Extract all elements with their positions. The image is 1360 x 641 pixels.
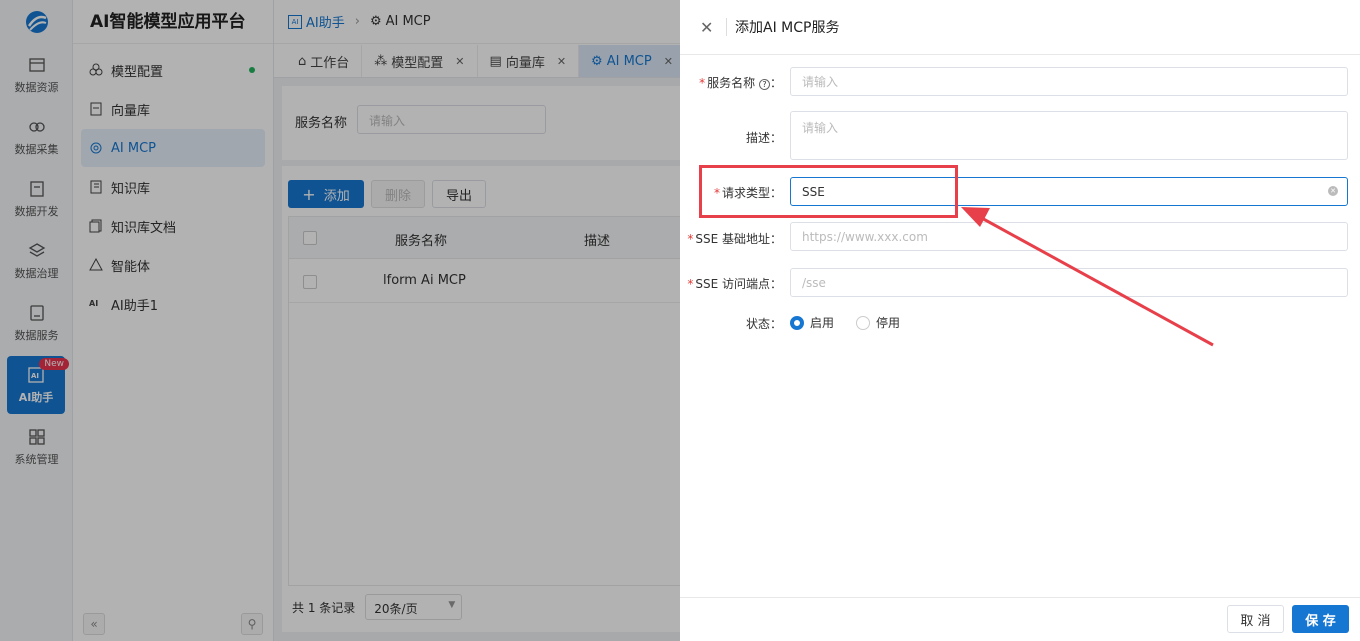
service-name-label: * 服务名称 ?： [699,76,782,90]
placeholder: 请输入 [802,121,839,135]
help-icon[interactable]: ? [758,79,770,90]
drawer-footer: 取 消 保 存 [680,597,1360,641]
drawer-title: 添加AI MCP服务 [735,20,840,36]
save-label: 保 存 [1305,613,1336,629]
save-button[interactable]: 保 存 [1292,605,1349,633]
sse-endpoint-input[interactable]: /sse [790,268,1348,297]
highlight-box [699,165,958,218]
description-textarea[interactable]: 请输入 [790,111,1348,160]
close-icon[interactable]: ✕ [700,18,713,37]
sse-base-input[interactable]: https://www.xxx.com [790,222,1348,251]
cancel-button[interactable]: 取 消 [1227,605,1284,633]
radio-label: 停用 [876,316,901,330]
sse-base-label: * SSE 基础地址： [687,232,782,246]
divider [726,18,727,36]
modal-overlay[interactable] [0,0,680,641]
placeholder: /sse [802,275,826,290]
placeholder: https://www.xxx.com [802,229,928,244]
radio-dot [856,315,871,330]
status-label: 状态： [745,317,782,331]
status-radio-disabled[interactable]: 停用 [856,314,900,331]
radio-label: 启用 [810,316,835,330]
sse-endpoint-label: * SSE 访问端点： [687,277,782,291]
clear-icon[interactable]: ✕ [1328,186,1338,196]
status-radio-enabled[interactable]: 启用 [790,314,834,331]
cancel-label: 取 消 [1240,613,1271,629]
radio-dot [790,315,804,330]
service-name-input[interactable]: 请输入 [790,67,1348,96]
add-mcp-drawer: ✕ 添加AI MCP服务 * 服务名称 ?： 请输入 描述： 请输入 * 请求类型：… [680,0,1360,641]
label-text: SSE 基础地址： [695,232,782,246]
placeholder: 请输入 [802,75,839,89]
description-label: 描述： [745,131,782,145]
label-text: 服务名称 [707,76,756,90]
label-text: SSE 访问端点： [695,277,782,291]
status-radio-group: 启用 停用 [790,314,922,331]
